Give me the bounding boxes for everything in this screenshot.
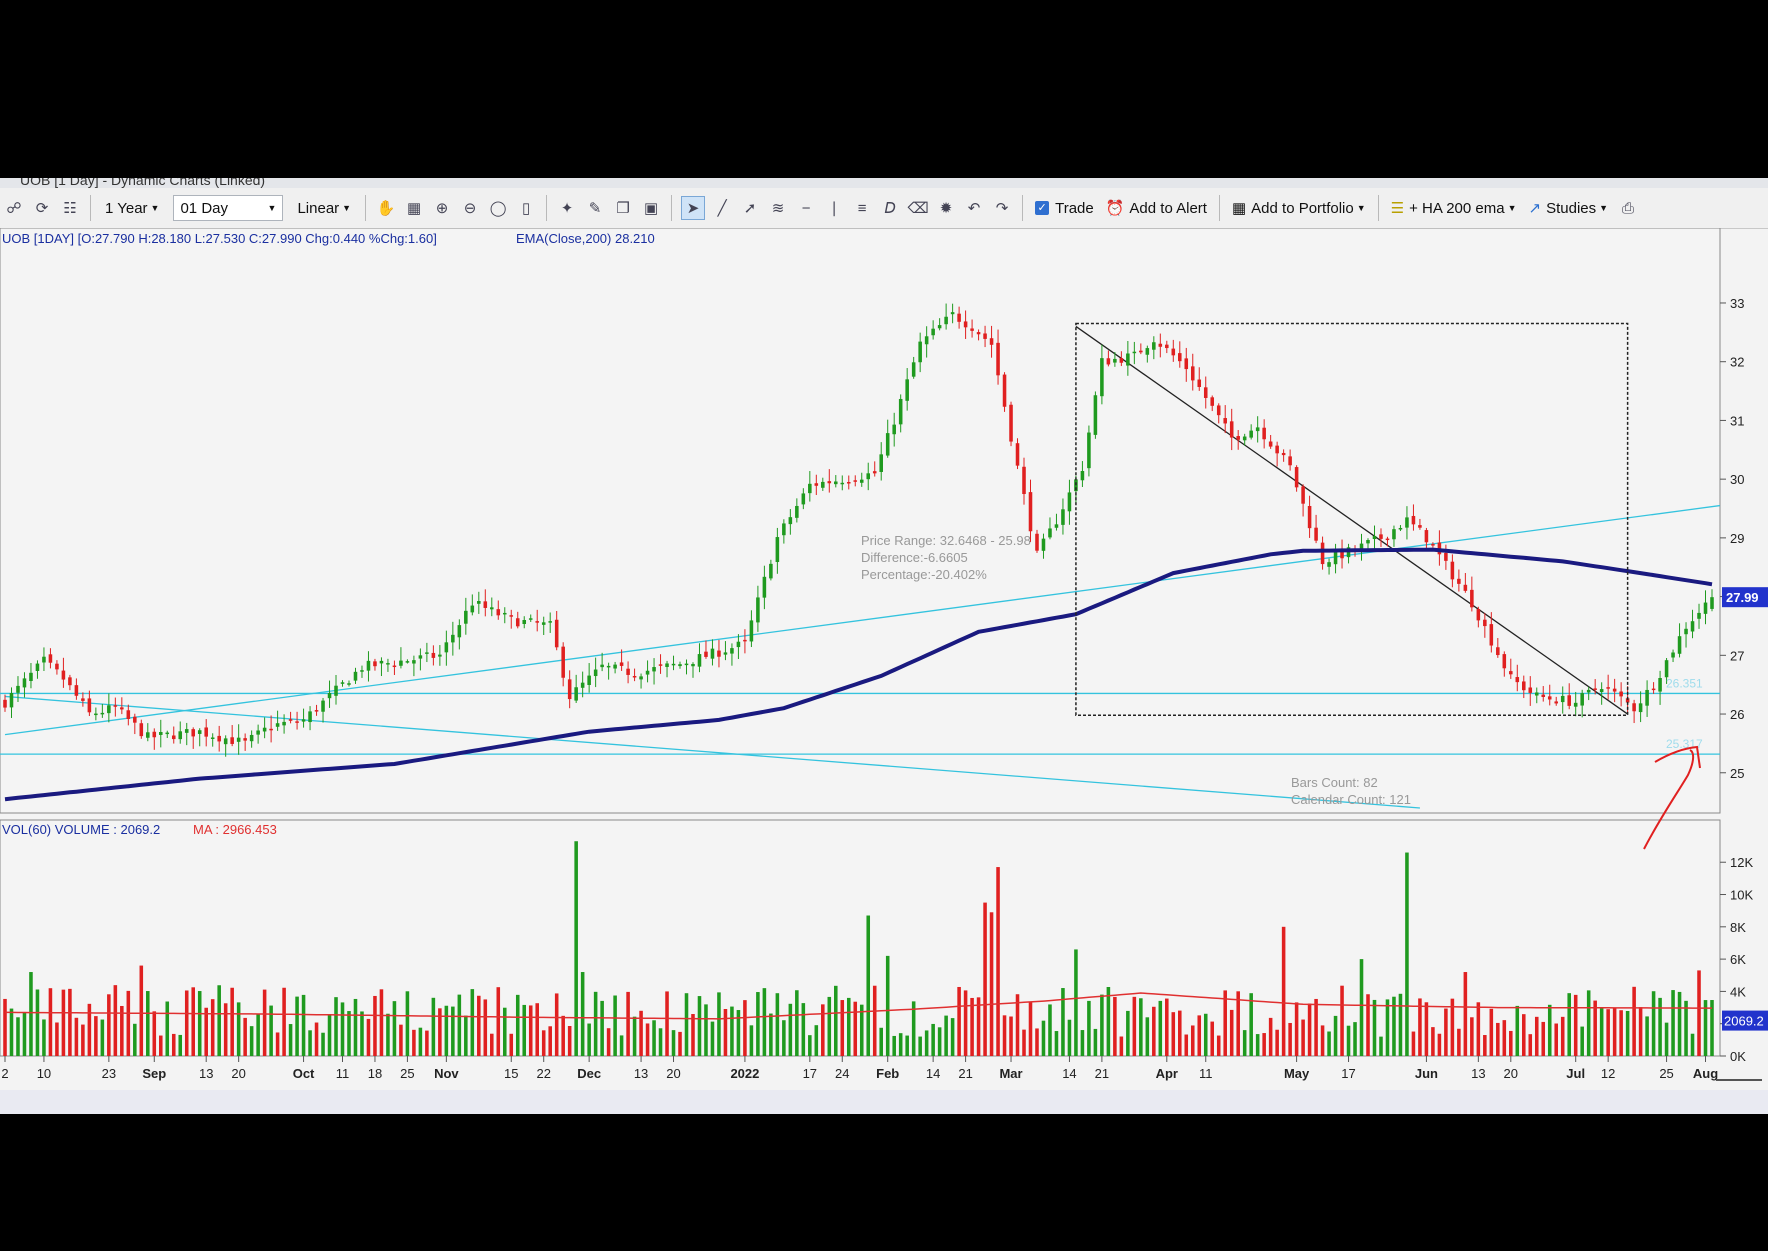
hand-drawn-arrow — [1643, 745, 1701, 850]
black-border-bottom — [0, 1114, 1768, 1251]
red-arrow-stroke — [1643, 745, 1701, 850]
